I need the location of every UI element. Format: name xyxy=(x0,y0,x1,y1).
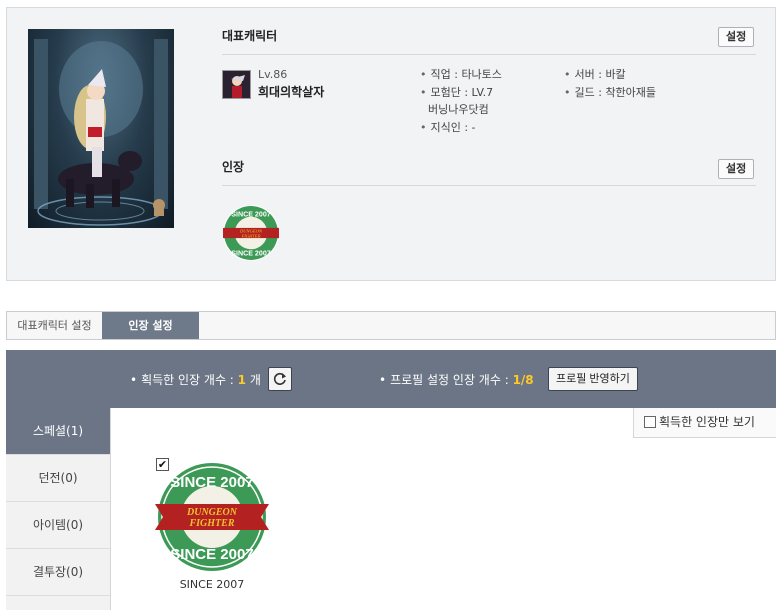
stamp-small-bottom-text: SINCE 2007 xyxy=(231,249,271,257)
info-server-text: 서버 : 바칼 xyxy=(574,68,626,81)
stamp-top-text: SINCE 2007 xyxy=(170,474,253,491)
info-job-text: 직업 : 타나토스 xyxy=(430,68,502,81)
character-image xyxy=(28,29,174,228)
acquired-count-value: 1 xyxy=(237,373,247,387)
stamp-count-bar: • 획득한 인장 개수 : 1 개 • 프로필 설정 인장 개수 : 1/8 프로필… xyxy=(6,350,776,408)
tab-rep-character-settings[interactable]: 대표캐릭터 설정 xyxy=(7,312,102,339)
acquired-only-checkbox[interactable] xyxy=(644,416,656,428)
stamp-since-2007-image[interactable]: SINCE 2007 SINCE 2007 DUNGEON FIGHTER xyxy=(155,460,269,574)
profile-stamp-count: • 프로필 설정 인장 개수 : 1/8 xyxy=(379,373,534,387)
rep-character-settings-button[interactable]: 설정 xyxy=(718,27,755,47)
info-adventure: • 모험단 : LV.7 xyxy=(420,86,494,99)
info-server: • 서버 : 바칼 xyxy=(564,68,626,81)
acquired-only-label: 획득한 인장만 보기 xyxy=(659,415,755,429)
character-level: Lv.86 xyxy=(258,68,288,81)
stamp-category-sidebar: 스페셜(1) 던전(0) 아이템(0) 결투장(0) xyxy=(6,408,111,610)
character-name: 희대의학살자 xyxy=(258,85,325,99)
stamp-bottom-text: SINCE 2007 xyxy=(170,546,253,563)
rep-character-title: 대표캐릭터 xyxy=(222,29,278,43)
stamp-small-top-text: SINCE 2007 xyxy=(231,211,271,219)
stamp-small-image: SINCE 2007 SINCE 2007 DUNGEON FIGHTER xyxy=(223,205,279,261)
info-guild: • 길드 : 착한아재들 xyxy=(564,86,657,99)
tab-stamp-settings[interactable]: 인장 설정 xyxy=(102,312,199,339)
divider xyxy=(222,185,756,186)
info-knowledge-text: 지식인 : - xyxy=(430,121,476,134)
acquired-stamp-count: • 획득한 인장 개수 : 1 개 xyxy=(130,373,261,387)
info-guild-text: 길드 : 착한아재들 xyxy=(574,86,657,99)
info-knowledge: • 지식인 : - xyxy=(420,121,476,134)
refresh-button[interactable] xyxy=(268,367,292,391)
stamp-small-logo-top: DUNGEON xyxy=(239,228,263,233)
stamp-settings-button[interactable]: 설정 xyxy=(718,159,755,179)
info-job: • 직업 : 타나토스 xyxy=(420,68,502,81)
stamp-list-area: 획득한 인장만 보기 SINCE 2007 SINCE 2007 DUNGEON… xyxy=(111,408,776,610)
avatar xyxy=(222,70,251,99)
category-dungeon[interactable]: 던전(0) xyxy=(6,455,110,502)
stamp-select-checkbox[interactable]: ✔ xyxy=(156,458,169,471)
info-adventure-name: 버닝나우닷컴 xyxy=(428,103,489,116)
acquired-count-label: 획득한 인장 개수 : xyxy=(141,373,238,387)
category-arena[interactable]: 결투장(0) xyxy=(6,549,110,596)
category-special[interactable]: 스페셜(1) xyxy=(6,408,110,455)
profile-panel: 대표캐릭터 설정 Lv.86 희대의학살자 • 직업 : 타나토스 • 모험단 : … xyxy=(6,7,776,281)
character-illustration xyxy=(34,39,168,226)
stamp-logo-top: DUNGEON xyxy=(186,507,238,518)
acquired-only-filter[interactable]: 획득한 인장만 보기 xyxy=(633,408,776,438)
divider xyxy=(222,54,756,55)
acquired-count-unit: 개 xyxy=(246,373,261,387)
apply-profile-button[interactable]: 프로필 반영하기 xyxy=(548,367,638,391)
refresh-icon xyxy=(273,372,286,385)
category-item[interactable]: 아이템(0) xyxy=(6,502,110,549)
info-adventure-text: 모험단 : LV.7 xyxy=(430,86,494,99)
profile-count-value: 1/8 xyxy=(512,373,534,387)
profile-count-label: 프로필 설정 인장 개수 : xyxy=(390,373,513,387)
settings-tabs: 대표캐릭터 설정 인장 설정 xyxy=(6,311,776,340)
stamp-logo-bottom: FIGHTER xyxy=(188,518,234,529)
stamp-small-logo-bottom: FIGHTER xyxy=(240,234,260,239)
stamp-section-title: 인장 xyxy=(222,160,245,174)
stamp-name-label: SINCE 2007 xyxy=(179,578,245,591)
